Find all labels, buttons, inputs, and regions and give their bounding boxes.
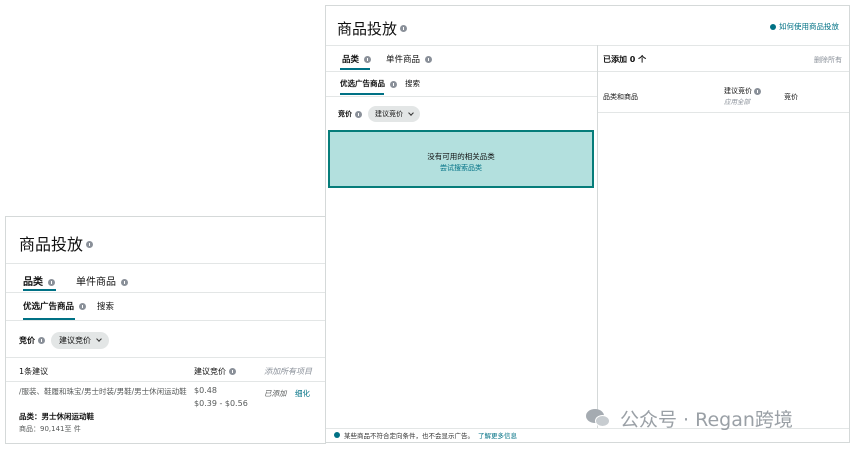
info-icon[interactable] — [79, 303, 87, 310]
suggested-bid-header: 建议竞价 — [194, 366, 236, 377]
bid-dropdown[interactable]: 建议竞价 — [51, 332, 109, 349]
search-category-link[interactable]: 尝试搜索品类 — [330, 163, 592, 173]
info-icon[interactable] — [121, 278, 128, 286]
bid-row: 竞价 建议竞价 — [338, 106, 420, 122]
bid-row: 竞价 建议竞价 — [19, 332, 109, 349]
subtab-search[interactable]: 搜索 — [97, 300, 114, 312]
divider — [6, 292, 326, 293]
info-icon — [334, 432, 340, 438]
suggestion-path: /服装、鞋履和珠宝/男士时装/男鞋/男士休闲运动鞋 — [19, 387, 187, 396]
tab-single-product[interactable]: 单件商品 — [386, 53, 433, 65]
subtab-featured-products[interactable]: 优选广告商品 — [340, 78, 397, 89]
tab-single-product[interactable]: 单件商品 — [76, 273, 128, 288]
footer-note: 某些商品不符合定向条件，也不会显示广告。 了解更多信息 — [334, 430, 517, 440]
watermark: 公众号 · Regan跨境 — [586, 405, 793, 432]
divider — [326, 45, 849, 46]
suggestion-category: 品类：男士休闲运动鞋 — [19, 412, 94, 421]
subtab-search[interactable]: 搜索 — [405, 78, 420, 89]
apply-all-link[interactable]: 应用全部 — [724, 96, 750, 106]
info-icon[interactable] — [86, 240, 94, 248]
info-icon[interactable] — [425, 56, 433, 63]
info-icon[interactable] — [38, 337, 45, 344]
added-status: 已添加 — [264, 389, 287, 398]
column-category-products: 品类和商品 — [603, 93, 638, 101]
info-icon[interactable] — [390, 80, 397, 88]
column-suggested-bid: 建议竞价 — [724, 86, 762, 96]
front-panel-product-targeting: 商品投放 如何使用商品投放 品类 单件商品 优选广告商品 搜索 竞价 建议竞价 … — [325, 5, 850, 443]
divider — [326, 71, 597, 72]
subtab-featured-products[interactable]: 优选广告商品 — [23, 300, 87, 312]
info-icon[interactable] — [355, 110, 362, 118]
suggested-bid-value: $0.48 — [194, 386, 217, 395]
suggested-bid-range: $0.39 - $0.56 — [194, 399, 248, 408]
suggestion-count: 1条建议 — [19, 367, 49, 376]
learn-more-link[interactable]: 了解更多信息 — [478, 430, 517, 440]
divider — [6, 357, 326, 358]
active-tab-underline — [23, 289, 56, 291]
added-count: 已添加 0 个 — [603, 55, 647, 64]
bid-dropdown[interactable]: 建议竞价 — [368, 106, 420, 122]
help-icon — [770, 23, 776, 30]
column-divider — [597, 45, 598, 428]
active-subtab-underline — [340, 93, 384, 95]
back-page-title: 商品投放 — [19, 231, 94, 255]
divider — [598, 71, 849, 72]
column-bid: 竞价 — [784, 93, 798, 101]
divider — [326, 96, 597, 97]
back-panel-product-targeting: 商品投放 品类 单件商品 优选广告商品 搜索 竞价 建议竞价 1条建议 建议竞价… — [5, 216, 326, 444]
wechat-icon — [586, 408, 612, 429]
info-icon[interactable] — [754, 87, 762, 95]
active-tab-underline — [340, 68, 370, 70]
info-icon[interactable] — [364, 56, 372, 63]
page-title: 商品投放 — [337, 18, 408, 39]
info-icon[interactable] — [228, 368, 236, 375]
tab-category[interactable]: 品类 — [23, 273, 55, 288]
info-icon[interactable] — [400, 24, 408, 32]
info-icon[interactable] — [48, 278, 55, 286]
divider — [6, 381, 326, 382]
divider — [6, 320, 326, 321]
remove-all-link[interactable]: 删除所有 — [814, 55, 842, 65]
divider — [598, 112, 849, 113]
suggestion-product-count: 商品：90,141至 件 — [19, 425, 81, 433]
help-link[interactable]: 如何使用商品投放 — [770, 21, 839, 32]
chevron-down-icon — [96, 336, 102, 342]
refine-link[interactable]: 细化 — [295, 388, 310, 399]
empty-state: 没有可用的相关品类 尝试搜索品类 — [328, 130, 594, 188]
empty-state-title: 没有可用的相关品类 — [427, 152, 495, 161]
add-all-link[interactable]: 添加所有项目 — [264, 366, 312, 377]
divider — [6, 263, 326, 264]
chevron-down-icon — [408, 109, 414, 116]
tab-category[interactable]: 品类 — [342, 53, 372, 65]
